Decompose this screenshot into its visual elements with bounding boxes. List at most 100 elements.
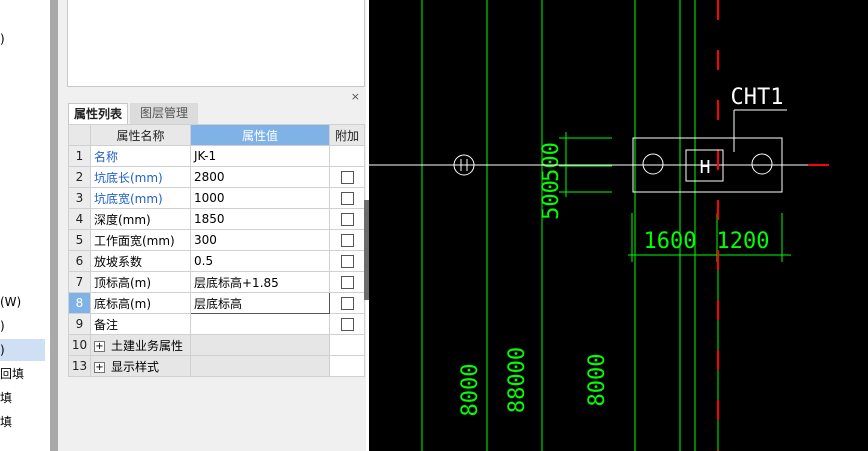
cad-canvas[interactable]: 500 500 1600 1200 8000 88000 8000 H CHT1	[369, 0, 868, 451]
extra-checkbox[interactable]	[340, 276, 354, 289]
tree-item[interactable]: )	[0, 315, 50, 337]
expand-icon[interactable]: +	[94, 361, 105, 373]
row-number: 3	[68, 187, 91, 209]
extra-checkbox[interactable]	[340, 318, 354, 331]
group-row[interactable]: 10 + 土建业务属性	[68, 334, 365, 356]
group-value	[190, 355, 330, 377]
extra-checkbox[interactable]	[340, 192, 354, 205]
property-grid: 属性名称 属性值 附加 1 名称 JK-1 2 坑底长(mm) 2800 3 坑…	[68, 124, 365, 377]
tab-layer-management[interactable]: 图层管理	[130, 103, 198, 124]
dim-label-1200: 1200	[717, 229, 770, 254]
row-number: 6	[68, 250, 91, 272]
column-mark: H	[700, 157, 711, 178]
property-value[interactable]: 1000	[190, 187, 330, 209]
table-row[interactable]: 2 坑底长(mm) 2800	[68, 166, 365, 188]
expand-icon[interactable]: +	[94, 340, 105, 352]
dim-label-8000-b: 8000	[585, 354, 610, 407]
extra-checkbox[interactable]	[340, 255, 354, 268]
header-property-value[interactable]: 属性值	[190, 124, 330, 146]
group-value	[190, 334, 330, 356]
table-row[interactable]: 9 备注	[68, 313, 365, 335]
group-name-cell: + 显示样式	[90, 355, 191, 377]
tree-item[interactable]: (W)	[0, 291, 50, 313]
cap-label: CHT1	[731, 85, 784, 110]
extra-cell	[329, 313, 365, 335]
header-property-name[interactable]: 属性名称	[90, 124, 191, 146]
grid-header-row: 属性名称 属性值 附加	[68, 124, 365, 146]
dim-label-500-bottom: 500	[539, 180, 564, 220]
cad-drawing: 500 500 1600 1200 8000 88000 8000 H CHT1	[369, 0, 829, 451]
extra-cell	[329, 229, 365, 251]
extra-checkbox[interactable]	[340, 213, 354, 226]
tree-item[interactable]: 填	[0, 411, 50, 433]
property-name: 深度(mm)	[90, 208, 191, 230]
layer-tree: ) (W) ) ) 回填 填 填	[0, 0, 50, 451]
extra-cell	[329, 355, 365, 377]
panel-gap	[58, 0, 66, 451]
property-name: 顶标高(m)	[90, 271, 191, 293]
tab-property-list[interactable]: 属性列表	[68, 103, 128, 124]
component-list-area	[67, 0, 365, 87]
group-name-cell: + 土建业务属性	[90, 334, 191, 356]
table-row-selected[interactable]: 8 底标高(m) 层底标高	[68, 292, 365, 314]
row-number: 7	[68, 271, 91, 293]
tree-item[interactable]: 回填	[0, 363, 50, 385]
dim-label-88000: 88000	[505, 347, 530, 413]
property-name: 坑底宽(mm)	[90, 187, 191, 209]
extra-cell	[329, 334, 365, 356]
extra-checkbox[interactable]	[340, 297, 354, 310]
row-number: 13	[68, 355, 91, 377]
property-value[interactable]: 300	[190, 229, 330, 251]
header-corner	[68, 124, 91, 146]
table-row[interactable]: 1 名称 JK-1	[68, 145, 365, 167]
property-name: 底标高(m)	[90, 292, 191, 314]
property-value[interactable]	[190, 313, 330, 335]
extra-cell	[329, 208, 365, 230]
extra-cell	[329, 271, 365, 293]
property-name: 放坡系数	[90, 250, 191, 272]
property-name: 名称	[90, 145, 191, 167]
extra-checkbox[interactable]	[340, 171, 354, 184]
table-row[interactable]: 6 放坡系数 0.5	[68, 250, 365, 272]
table-row[interactable]: 4 深度(mm) 1850	[68, 208, 365, 230]
row-number: 4	[68, 208, 91, 230]
tree-item[interactable]: )	[0, 28, 50, 50]
tree-scrollbar[interactable]	[50, 0, 58, 451]
pile-circle	[642, 153, 664, 175]
extra-cell	[329, 292, 365, 314]
pile-circle	[751, 153, 773, 175]
property-value[interactable]: JK-1	[190, 145, 330, 167]
group-name: 土建业务属性	[111, 338, 184, 353]
close-icon[interactable]: ×	[351, 90, 360, 103]
extra-cell	[329, 166, 365, 188]
property-value[interactable]: 2800	[190, 166, 330, 188]
property-value[interactable]: 层底标高+1.85	[190, 271, 330, 293]
table-row[interactable]: 7 顶标高(m) 层底标高+1.85	[68, 271, 365, 293]
property-value[interactable]: 0.5	[190, 250, 330, 272]
extra-cell	[329, 250, 365, 272]
row-number: 8	[68, 292, 91, 314]
property-name: 备注	[90, 313, 191, 335]
property-name: 坑底长(mm)	[90, 166, 191, 188]
row-number: 9	[68, 313, 91, 335]
header-extra[interactable]: 附加	[329, 124, 365, 146]
dim-label-1600: 1600	[644, 229, 697, 254]
group-name: 显示样式	[111, 359, 160, 374]
row-number: 2	[68, 166, 91, 188]
dim-label-500-top: 500	[539, 142, 564, 182]
row-number: 5	[68, 229, 91, 251]
tree-item[interactable]: 填	[0, 387, 50, 409]
group-row[interactable]: 13 + 显示样式	[68, 355, 365, 377]
row-number: 1	[68, 145, 91, 167]
property-value-editor[interactable]: 层底标高	[190, 292, 330, 314]
table-row[interactable]: 5 工作面宽(mm) 300	[68, 229, 365, 251]
extra-cell	[329, 187, 365, 209]
dim-label-8000-a: 8000	[458, 364, 483, 417]
table-row[interactable]: 3 坑底宽(mm) 1000	[68, 187, 365, 209]
extra-cell	[329, 145, 365, 167]
extra-checkbox[interactable]	[340, 234, 354, 247]
property-panel: × 属性列表 图层管理 属性名称 属性值 附加 1 名称 JK-1 2 坑底长(…	[66, 0, 366, 451]
property-value[interactable]: 1850	[190, 208, 330, 230]
tree-item-selected[interactable]: )	[0, 339, 45, 361]
row-number: 10	[68, 334, 91, 356]
